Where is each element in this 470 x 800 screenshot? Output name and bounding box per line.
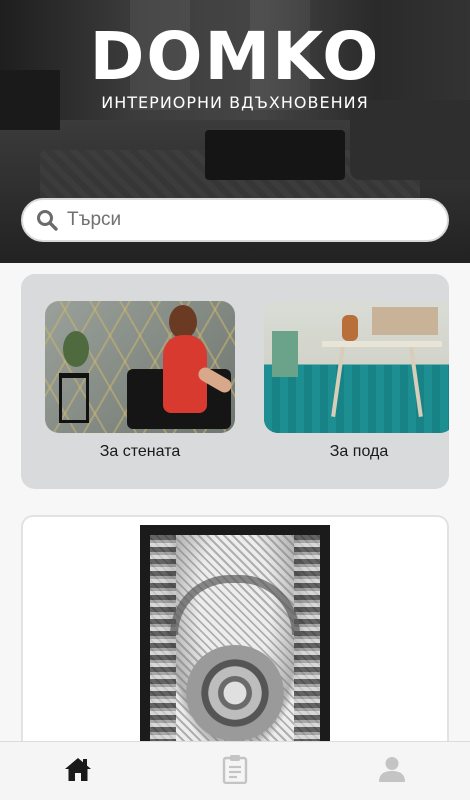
rug-medallion-ornament — [185, 645, 285, 741]
rug-edge-left — [150, 535, 176, 773]
category-panel: За стената За пода — [21, 274, 449, 489]
search-bar[interactable] — [21, 198, 449, 242]
hero-header: DOMKO ИНТЕРИОРНИ ВДЪХНОВЕНИЯ — [0, 0, 470, 263]
clipboard-icon — [221, 754, 249, 789]
bottom-navigation — [0, 741, 470, 800]
user-icon — [378, 755, 406, 788]
featured-product-card[interactable] — [21, 515, 449, 775]
stand-shape — [59, 373, 89, 423]
brand-logo: DOMKO — [89, 18, 381, 95]
hero-background-sofa — [350, 100, 470, 180]
vase-shape — [342, 315, 358, 341]
category-label[interactable]: За пода — [264, 443, 449, 461]
plant-shape — [63, 331, 89, 367]
floor-carpet-photo[interactable] — [264, 301, 449, 433]
wall-shelf-shape — [372, 307, 438, 335]
hero-background-table — [205, 130, 345, 180]
nav-orders[interactable] — [157, 742, 314, 800]
brand-tagline: ИНТЕРИОРНИ ВДЪХНОВЕНИЯ — [101, 93, 369, 112]
ornamental-rug-photo[interactable] — [140, 525, 330, 773]
category-card-floor[interactable]: За пода — [264, 301, 449, 461]
rug-edge-right — [294, 535, 320, 773]
chair-shape — [272, 331, 298, 377]
wallpaper-photo[interactable] — [45, 301, 235, 433]
category-card-wall[interactable]: За стената — [45, 301, 235, 461]
search-input[interactable] — [67, 200, 427, 240]
home-icon — [64, 756, 92, 787]
category-label[interactable]: За стената — [45, 443, 235, 461]
model-head-shape — [169, 305, 197, 339]
nav-home[interactable] — [0, 742, 157, 800]
app-screen: DOMKO ИНТЕРИОРНИ ВДЪХНОВЕНИЯ Търси За ст… — [0, 0, 470, 800]
search-icon — [27, 200, 67, 240]
nav-profile[interactable] — [313, 742, 470, 800]
